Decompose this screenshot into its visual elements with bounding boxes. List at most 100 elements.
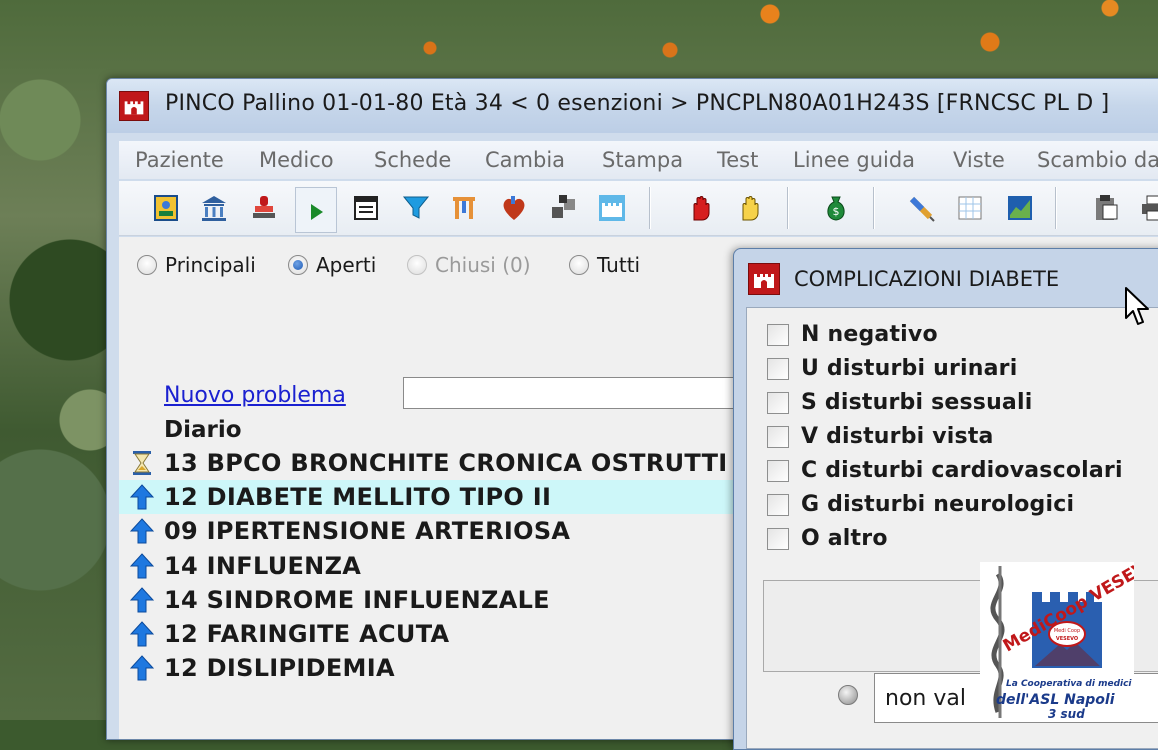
heart-icon[interactable] [497, 191, 531, 225]
grid-icon[interactable] [953, 191, 987, 225]
problem-text: 09 IPERTENSIONE ARTERIOSA [164, 517, 571, 545]
up-arrow-icon [128, 654, 156, 682]
menu-linee-guida[interactable]: Linee guida [793, 148, 915, 172]
hourglass-icon [128, 449, 156, 477]
problem-row[interactable]: 09 IPERTENSIONE ARTERIOSA [119, 514, 739, 548]
mouse-cursor-icon [1125, 287, 1149, 325]
up-arrow-icon [128, 552, 156, 580]
medicoop-logo: Medi Coop VESEVO MediCoop VESEVO La Coop… [980, 562, 1134, 720]
option-negativo[interactable]: N negativo [767, 322, 938, 347]
logo-line3: 3 sud [1048, 707, 1085, 720]
problem-row-selected[interactable]: 12 DIABETE MELLITO TIPO II [119, 480, 739, 514]
checkbox[interactable] [767, 323, 789, 346]
filter-icon[interactable] [399, 191, 433, 225]
new-problem-link[interactable]: Nuovo problema [164, 383, 346, 408]
status-led-icon [838, 685, 858, 705]
checkbox[interactable] [767, 459, 789, 482]
option-label: C disturbi cardiovascolari [801, 458, 1123, 483]
up-arrow-icon [128, 517, 156, 545]
red-hand-icon[interactable] [684, 191, 718, 225]
castle-icon[interactable] [595, 191, 629, 225]
radio-chiusi-circle[interactable] [407, 255, 427, 275]
menu-schede[interactable]: Schede [374, 148, 451, 172]
radio-principali-label: Principali [165, 253, 256, 277]
option-label: G disturbi neurologici [801, 492, 1075, 517]
menu-medico[interactable]: Medico [259, 148, 334, 172]
menu-stampa[interactable]: Stampa [602, 148, 683, 172]
status-text: non val [885, 686, 966, 711]
pins-icon[interactable] [447, 191, 481, 225]
radio-aperti-label: Aperti [316, 253, 377, 277]
checkbox[interactable] [767, 357, 789, 380]
radio-aperti[interactable]: Aperti [288, 253, 376, 277]
option-altro[interactable]: O altro [767, 526, 888, 551]
checkbox[interactable] [767, 425, 789, 448]
option-label: S disturbi sessuali [801, 390, 1033, 415]
logo-badge-top: Medi Coop [1054, 628, 1080, 634]
menu-viste[interactable]: Viste [953, 148, 1005, 172]
option-disturbi-urinari[interactable]: U disturbi urinari [767, 356, 1017, 381]
app-castle-icon[interactable] [119, 91, 149, 121]
problem-text: 12 DIABETE MELLITO TIPO II [164, 483, 552, 511]
problem-row[interactable]: 13 BPCO BRONCHITE CRONICA OSTRUTTI [119, 446, 739, 480]
problem-text: 14 SINDROME INFLUENZALE [164, 586, 550, 614]
problem-row[interactable]: 12 DISLIPIDEMIA [119, 651, 739, 685]
stamp-icon[interactable] [247, 191, 281, 225]
problem-row[interactable]: 12 FARINGITE ACUTA [119, 617, 739, 651]
window-title: PINCO Pallino 01-01-80 Età 34 < 0 esenzi… [165, 91, 1110, 116]
toolbar-separator [787, 187, 788, 229]
problem-text: 14 INFLUENZA [164, 552, 362, 580]
svg-text:$: $ [833, 205, 840, 218]
checkbox[interactable] [767, 391, 789, 414]
radio-aperti-circle[interactable] [288, 255, 308, 275]
problem-row[interactable]: 14 SINDROME INFLUENZALE [119, 583, 739, 617]
logo-line1: La Cooperativa di medici [1006, 679, 1132, 689]
clipboard-icon[interactable] [1089, 191, 1123, 225]
radio-principali-circle[interactable] [137, 255, 157, 275]
radio-principali[interactable]: Principali [137, 253, 256, 277]
option-disturbi-sessuali[interactable]: S disturbi sessuali [767, 390, 1032, 415]
money-bag-icon[interactable]: $ [819, 191, 853, 225]
bank-icon[interactable] [197, 191, 231, 225]
radio-chiusi[interactable]: Chiusi (0) [407, 253, 531, 277]
up-arrow-icon [128, 586, 156, 614]
diary-label: Diario [164, 417, 242, 443]
menu-scambio-dati[interactable]: Scambio da [1037, 148, 1158, 172]
menu-bar: Paziente Medico Schede Cambia Stampa Tes… [119, 141, 1158, 179]
radio-tutti-circle[interactable] [569, 255, 589, 275]
problem-row[interactable]: 14 INFLUENZA [119, 549, 739, 583]
option-label: V disturbi vista [801, 424, 994, 449]
syringe-icon[interactable] [904, 191, 938, 225]
logo-line2: dell'ASL Napoli [996, 692, 1115, 708]
printer-icon[interactable] [1137, 191, 1158, 225]
menu-test[interactable]: Test [717, 148, 758, 172]
patient-card-icon[interactable] [149, 191, 183, 225]
checkbox[interactable] [767, 527, 789, 550]
option-disturbi-vista[interactable]: V disturbi vista [767, 424, 994, 449]
form-icon[interactable] [349, 191, 383, 225]
yellow-hand-icon[interactable] [733, 191, 767, 225]
option-disturbi-cardiovascolari[interactable]: C disturbi cardiovascolari [767, 458, 1123, 483]
title-bar[interactable]: PINCO Pallino 01-01-80 Età 34 < 0 esenzi… [107, 79, 1158, 133]
logo-badge-bottom: VESEVO [1056, 636, 1078, 642]
toolbar: $ [119, 181, 1158, 236]
up-arrow-icon [128, 620, 156, 648]
menu-paziente[interactable]: Paziente [135, 148, 224, 172]
problem-text: 12 DISLIPIDEMIA [164, 654, 395, 682]
toolbar-separator [649, 187, 650, 229]
problem-text: 13 BPCO BRONCHITE CRONICA OSTRUTTI [164, 449, 728, 477]
checkbox[interactable] [767, 493, 789, 516]
blocks-icon[interactable] [547, 191, 581, 225]
option-label: N negativo [801, 322, 938, 347]
problem-text: 12 FARINGITE ACUTA [164, 620, 450, 648]
radio-tutti[interactable]: Tutti [569, 253, 640, 277]
chart-icon[interactable] [1003, 191, 1037, 225]
menu-cambia[interactable]: Cambia [485, 148, 565, 172]
radio-tutti-label: Tutti [597, 253, 641, 277]
option-label: O altro [801, 526, 888, 551]
radio-chiusi-label: Chiusi (0) [435, 253, 531, 277]
option-disturbi-neurologici[interactable]: G disturbi neurologici [767, 492, 1074, 517]
play-icon[interactable] [295, 187, 337, 233]
toolbar-separator [873, 187, 874, 229]
toolbar-separator [1055, 187, 1056, 229]
